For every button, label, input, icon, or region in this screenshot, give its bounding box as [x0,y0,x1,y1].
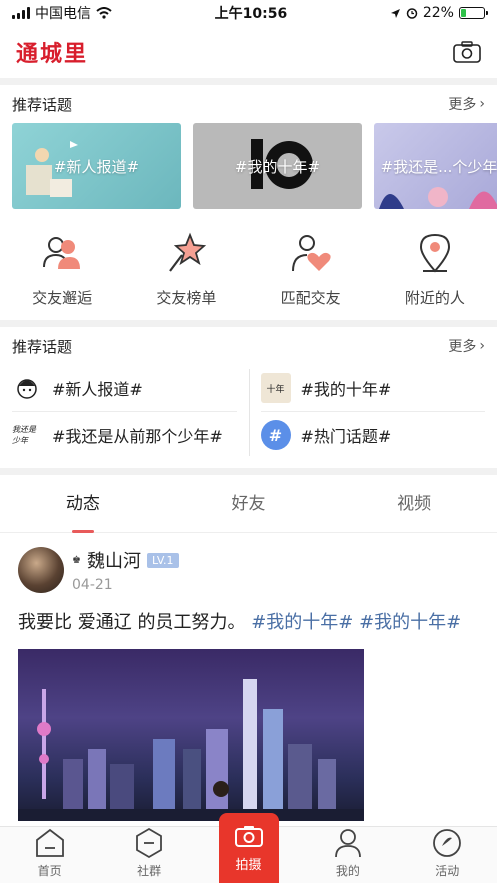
activity-icon [433,829,462,857]
quick-entry-label: 交友邂逅 [32,289,93,307]
battery-icon [458,7,488,19]
location-pin-icon [419,233,450,273]
banner-label: #我的十年# [234,157,321,176]
nav-profile[interactable]: 我的 [313,826,383,879]
profile-icon [334,829,361,858]
quick-entry-nearby[interactable]: 附近的人 [380,231,490,308]
people-icon [43,237,81,269]
carrier-label: 中国电信 [35,6,91,22]
post-body: 我要比 爱通辽 的员工努力。 #我的十年# #我的十年# [18,609,479,637]
level-badge: LV.1 [146,552,179,568]
post-text: 我要比 爱通辽 的员工努力。 [18,612,246,633]
divider [0,320,497,327]
cartoon-face-icon [12,373,42,403]
hot-topics-header: 推荐话题 更多 › [0,85,497,123]
chevron-right-icon: › [479,96,485,112]
wifi-icon [96,7,112,19]
more-link[interactable]: 更多 › [448,336,485,356]
topic-banner[interactable]: #我的十年# [193,123,362,209]
community-icon [136,827,162,859]
person-heart-icon [291,235,331,272]
topic-thumb: 十年 [260,373,291,403]
crown-icon: ♚ [72,554,81,566]
hashtag-icon: # [260,420,291,450]
nav-activity[interactable]: 活动 [412,826,482,879]
topic-list-header: 推荐话题 更多 › [0,327,497,365]
quick-entry-label: 匹配交友 [280,289,341,307]
nav-label: 我的 [335,864,360,878]
quick-entry-ranking[interactable]: 交友榜单 [131,231,241,308]
post-tag[interactable]: #我的十年# [251,612,353,633]
topic-item[interactable]: # #热门话题# [249,412,486,458]
more-link[interactable]: 更多 › [448,94,485,114]
nav-label: 首页 [37,864,62,878]
camera-icon [234,825,263,847]
nav-shoot[interactable]: 拍摄 [218,813,279,883]
topic-list: #新人报道# 十年 #我的十年# 我还是少年 #我还是从前那个少年# # #热门… [0,365,497,468]
banner-label: #我还是...个少年 [380,157,497,176]
quick-entry-label: 交友榜单 [156,289,217,307]
section-title: 推荐话题 [12,337,73,356]
status-time: 上午10:56 [214,6,288,22]
topic-banner[interactable]: #新人报道# [12,123,181,209]
quick-entry-label: 附近的人 [404,289,465,307]
app-logo: 通城里 [16,41,89,67]
status-bar: 中国电信 上午10:56 22% [0,0,497,26]
banner-label: #新人报道# [53,157,140,176]
topic-label: #我还是从前那个少年# [52,427,223,446]
quick-entries: 交友邂逅 交友榜单 匹配交友 附近的人 [0,209,497,320]
feed-tabs: 动态 好友 视频 [0,475,497,533]
tab-videos[interactable]: 视频 [354,475,474,533]
tab-friends[interactable]: 好友 [188,475,308,533]
nav-label: 活动 [435,864,460,878]
nav-home[interactable]: 首页 [15,826,85,879]
nav-label: 社群 [137,864,162,878]
app-header: 通城里 [0,26,497,78]
location-arrow-icon [390,8,400,18]
divider [0,78,497,85]
topic-item[interactable]: #新人报道# [12,365,249,411]
nav-community[interactable]: 社群 [114,826,184,879]
camera-icon[interactable] [453,41,481,63]
post-meta: ♚ 魏山河 LV.1 04-21 [72,547,179,593]
topic-item[interactable]: 十年 #我的十年# [249,365,486,411]
avatar[interactable] [18,547,64,593]
section-title: 推荐话题 [12,95,73,114]
topic-item[interactable]: 我还是少年 #我还是从前那个少年# [12,412,249,458]
feed-post: ♚ 魏山河 LV.1 04-21 我要比 爱通辽 的员工努力。 #我的十年# #… [0,533,497,821]
post-image[interactable] [18,649,364,821]
post-date: 04-21 [72,577,113,593]
nav-label: 拍摄 [235,857,262,873]
topic-thumb: 我还是少年 [12,420,42,450]
chevron-right-icon: › [479,338,485,354]
signal-icon [12,7,30,19]
city-skyline-illustration [18,679,364,821]
topic-label: #热门话题# [300,427,392,446]
tab-feed[interactable]: 动态 [23,475,143,533]
star-wand-icon [169,232,207,272]
quick-entry-match[interactable]: 匹配交友 [256,231,366,308]
home-icon [35,828,64,857]
topic-banner[interactable]: #我还是...个少年 [374,123,497,209]
post-header: ♚ 魏山河 LV.1 04-21 [18,547,479,593]
post-tag[interactable]: #我的十年# [359,612,461,633]
topic-label: #我的十年# [300,380,392,399]
battery-fill [460,9,466,17]
topic-banners: #新人报道# #我的十年# #我还是...个少年 [0,123,497,209]
alarm-icon [406,8,418,19]
battery-percent: 22% [422,5,454,21]
bottom-nav: 首页 社群 我的 活动 拍摄 [0,813,497,883]
author-name[interactable]: 魏山河 [87,547,141,573]
quick-entry-dating[interactable]: 交友邂逅 [7,231,117,308]
topic-label: #新人报道# [52,380,143,399]
